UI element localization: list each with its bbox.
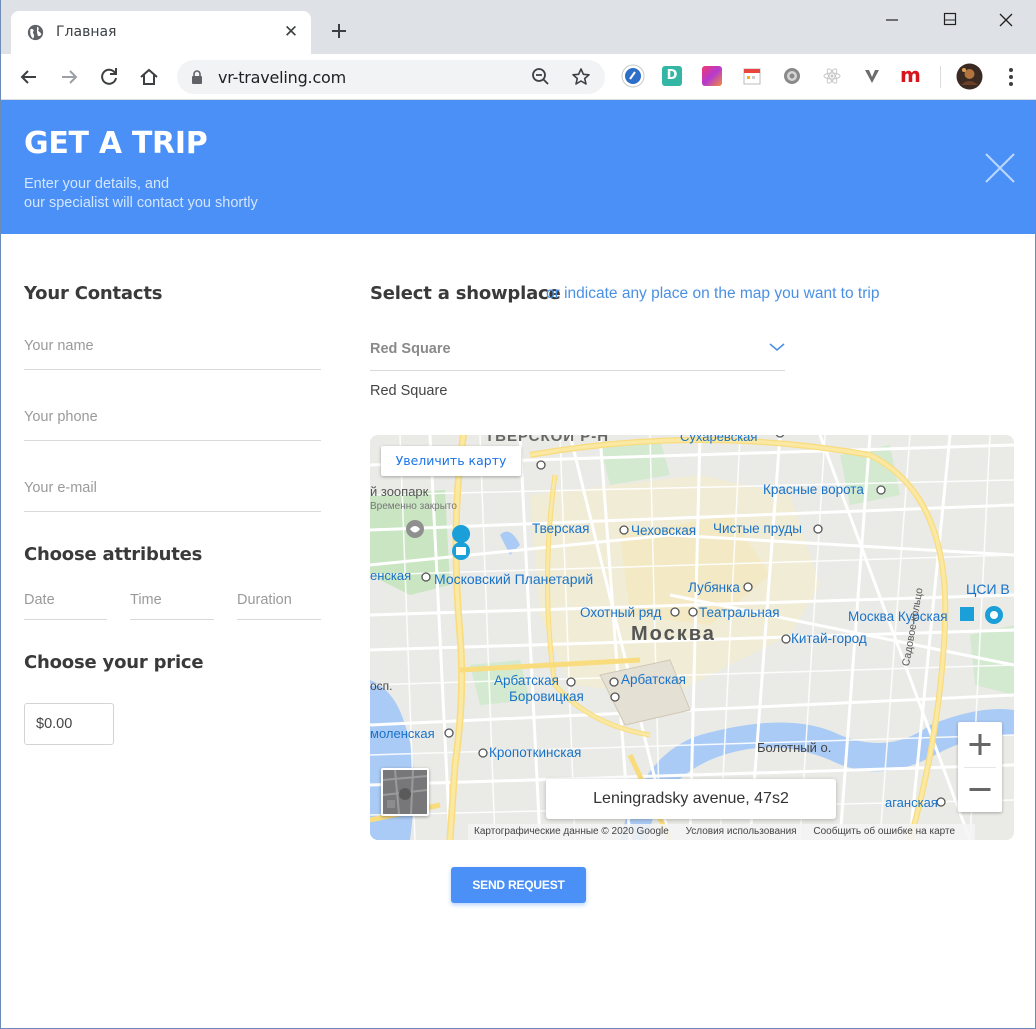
- map-label-kropotkinskaya: Кропоткинская: [489, 745, 582, 760]
- globe-icon: [27, 24, 44, 41]
- map-label-city: Москва: [631, 623, 716, 645]
- subtitle-line-1: Enter your details, and: [24, 176, 170, 192]
- map-label-smolenskaya: моленская: [370, 726, 435, 741]
- attributes-heading: Choose attributes: [24, 544, 203, 565]
- menu-dots-icon[interactable]: [1001, 66, 1021, 88]
- new-tab-icon[interactable]: [327, 19, 351, 43]
- tab-title: Главная: [56, 24, 117, 40]
- map[interactable]: ТВЕРСКОЙ Р-Н Сухаревская Тверская Чеховс…: [370, 435, 1014, 840]
- duration-input[interactable]: [237, 588, 321, 608]
- date-input[interactable]: [24, 588, 107, 608]
- map-label-lubyanka: Лубянка: [688, 580, 740, 595]
- address-bar[interactable]: vr-traveling.com: [177, 60, 605, 94]
- browser-toolbar: vr-traveling.com D m: [1, 54, 1036, 100]
- map-label-tverskaya: Тверская: [532, 521, 590, 536]
- map-label-planetariy: Московский Планетарий: [434, 571, 594, 587]
- gear-extension-icon[interactable]: [782, 66, 802, 86]
- zoom-out-map-icon[interactable]: [958, 767, 1002, 812]
- subtitle-line-2: our specialist will contact you shortly: [24, 195, 258, 211]
- zoom-out-icon[interactable]: [531, 67, 551, 87]
- name-input[interactable]: [24, 334, 321, 354]
- toolbar-separator: [940, 66, 941, 88]
- map-terms-link[interactable]: Условия использования: [686, 826, 797, 837]
- page-title: GET A TRIP: [24, 126, 208, 161]
- map-label-kursk: Москва Курская: [848, 609, 948, 624]
- phone-field[interactable]: [24, 405, 321, 441]
- showplace-select-value: Red Square: [370, 341, 451, 357]
- duration-field[interactable]: [237, 588, 321, 620]
- phone-input[interactable]: [24, 405, 321, 425]
- map-label-prosp: осп.: [370, 679, 393, 693]
- date-field[interactable]: [24, 588, 107, 620]
- map-label-tsvi: ЦСИ В: [966, 581, 1010, 597]
- blue-circle-extension-icon[interactable]: [621, 64, 645, 88]
- window-maximize-icon[interactable]: [939, 10, 961, 30]
- map-label-zakryto: Временно закрыто: [370, 501, 457, 512]
- browser-tab[interactable]: Главная ✕: [11, 11, 311, 54]
- map-label-zoopark: й зоопарк: [370, 484, 429, 499]
- price-field[interactable]: [24, 703, 114, 745]
- map-label-sukharevskaya: Сухаревская: [680, 435, 758, 444]
- map-label-tverskoy: ТВЕРСКОЙ Р-Н: [485, 435, 610, 445]
- chevron-down-icon: [769, 343, 785, 352]
- satellite-thumbnail-icon: [383, 770, 427, 814]
- map-pick-link[interactable]: or indicate any place on the map you wan…: [546, 285, 879, 303]
- map-data-credit: Картографические данные © 2020 Google: [474, 826, 669, 837]
- map-label-chistye-prudy: Чистые пруды: [713, 521, 802, 536]
- map-zoom-control: [958, 722, 1002, 812]
- price-heading: Choose your price: [24, 652, 204, 673]
- tab-close-icon[interactable]: ✕: [281, 22, 301, 42]
- map-label-kitay-gorod: Китай-город: [791, 631, 867, 646]
- trip-header: GET A TRIP Enter your details, and our s…: [1, 100, 1035, 234]
- email-field[interactable]: [24, 476, 321, 512]
- react-extension-icon[interactable]: [822, 66, 842, 86]
- map-report-link[interactable]: Сообщить об ошибке на карте: [813, 826, 955, 837]
- map-label-bolotny: Болотный о.: [757, 740, 832, 755]
- name-field[interactable]: [24, 334, 321, 370]
- contacts-heading: Your Contacts: [24, 283, 163, 304]
- reload-icon[interactable]: [97, 65, 121, 89]
- home-icon[interactable]: [137, 65, 161, 89]
- m-extension-icon[interactable]: m: [900, 65, 921, 86]
- map-label-krasnopresnenskaya: енская: [370, 568, 412, 583]
- email-input[interactable]: [24, 476, 321, 496]
- map-enlarge-button[interactable]: Увеличить карту: [381, 446, 521, 476]
- url-text: vr-traveling.com: [218, 68, 347, 87]
- map-label-taganskaya: аганская: [885, 795, 938, 810]
- price-input[interactable]: [25, 704, 113, 744]
- satellite-toggle[interactable]: [381, 768, 429, 816]
- map-address-label: Leningradsky avenue, 47s2: [546, 779, 836, 819]
- calendar-extension-icon[interactable]: [742, 66, 762, 86]
- window-minimize-icon[interactable]: [881, 10, 903, 30]
- time-field[interactable]: [130, 588, 214, 620]
- close-icon[interactable]: [984, 152, 1016, 184]
- map-label-borovitskaya: Боровицкая: [509, 689, 584, 704]
- map-label-krasnye-vorota: Красные ворота: [763, 482, 864, 497]
- map-label-teatralnaya: Театральная: [699, 605, 780, 620]
- map-footer: Картографические данные © 2020 Google Ус…: [468, 824, 976, 840]
- d-extension-icon[interactable]: D: [662, 66, 682, 86]
- forward-arrow-icon[interactable]: [57, 65, 81, 89]
- map-label-okhotny-ryad: Охотный ряд: [580, 605, 662, 620]
- map-label-arbatskaya-1: Арбатская: [494, 673, 559, 688]
- bookmark-star-icon[interactable]: [571, 67, 591, 87]
- back-arrow-icon[interactable]: [17, 65, 41, 89]
- map-label-chekhovskaya: Чеховская: [631, 523, 697, 538]
- gradient-extension-icon[interactable]: [702, 66, 722, 86]
- send-request-button[interactable]: SEND REQUEST: [451, 867, 586, 903]
- showplace-select[interactable]: Red Square: [370, 336, 785, 371]
- avatar[interactable]: [956, 63, 983, 90]
- lock-icon: [192, 70, 202, 84]
- v-extension-icon[interactable]: [862, 66, 882, 86]
- page-subtitle: Enter your details, and our specialist w…: [24, 175, 258, 213]
- map-label-arbatskaya-2: Арбатская: [621, 672, 686, 687]
- selected-showplace-text: Red Square: [370, 383, 448, 399]
- zoom-in-icon[interactable]: [958, 722, 1002, 767]
- window-close-icon[interactable]: [995, 9, 1017, 31]
- time-input[interactable]: [130, 588, 214, 608]
- showplace-heading: Select a showplace: [370, 283, 561, 304]
